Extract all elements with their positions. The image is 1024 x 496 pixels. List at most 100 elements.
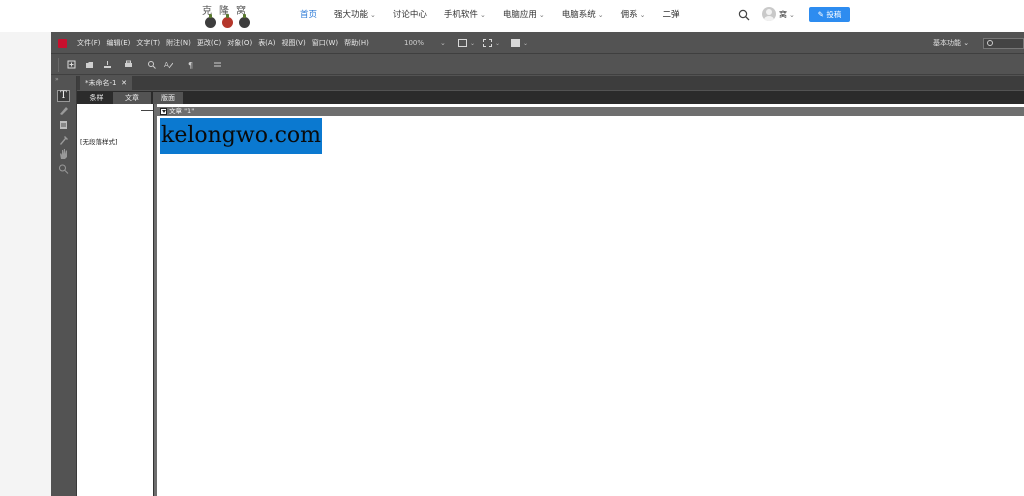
- nav-item-label: 电脑系统: [561, 10, 596, 20]
- nav-item-label: 电脑应用: [502, 10, 537, 20]
- spell-icon[interactable]: A: [164, 60, 173, 69]
- app-icon: [58, 39, 67, 48]
- control-toolbar: A ¶: [51, 55, 1024, 75]
- panel-grip[interactable]: »: [55, 77, 59, 83]
- depth-ruler-mark: [141, 110, 153, 111]
- document-tab-title: *未命名-1: [85, 79, 117, 87]
- paragraph-style-column: [无段落样式]: [77, 104, 154, 496]
- nav-item[interactable]: 二弹: [662, 9, 679, 23]
- tab-story[interactable]: 文章: [113, 92, 151, 104]
- nav-item[interactable]: 电脑应用 ⌄: [503, 9, 545, 23]
- view-options-dropdown[interactable]: ⌄: [458, 38, 475, 48]
- user-name: 窝: [779, 10, 787, 19]
- tab-layout[interactable]: 版面: [153, 92, 183, 104]
- story-editor-canvas[interactable]: [157, 104, 1024, 496]
- story-collapse-toggle[interactable]: [160, 108, 167, 115]
- chevron-down-icon: ⌄: [370, 11, 376, 19]
- open-icon[interactable]: [85, 60, 94, 69]
- user-menu[interactable]: 窝 ⌄: [779, 9, 795, 21]
- help-search-input[interactable]: [983, 38, 1024, 49]
- new-icon[interactable]: [67, 60, 76, 69]
- pilcrow-icon[interactable]: ¶: [187, 60, 196, 69]
- svg-text:A: A: [164, 61, 169, 69]
- submit-post-button[interactable]: ✎ 投稿: [809, 7, 850, 22]
- note-tool-icon[interactable]: [57, 104, 70, 116]
- nav-item[interactable]: 首页: [300, 9, 317, 23]
- chevron-down-icon: ⌄: [789, 11, 795, 19]
- zoom-icon[interactable]: [57, 163, 70, 175]
- chevron-down-icon: ⌄: [538, 11, 545, 19]
- story-header: 文章 "1": [157, 107, 1024, 116]
- tools-panel: » T: [51, 76, 77, 496]
- nav-item[interactable]: 电脑系统 ⌄: [562, 9, 604, 23]
- nav-item[interactable]: 讨论中心: [393, 9, 427, 23]
- nav-item-label: 手机软件: [443, 10, 478, 20]
- document-tab[interactable]: *未命名-1 ✕: [80, 76, 132, 90]
- logo-fruit-icon: [222, 14, 233, 28]
- find-icon[interactable]: [147, 60, 156, 69]
- nav-item-label: 讨论中心: [392, 10, 427, 20]
- logo-fruit-icon: [239, 14, 250, 28]
- chevron-down-icon: ⌄: [963, 39, 970, 47]
- nav-item-label: 强大功能: [334, 10, 369, 20]
- workspace-label: 基本功能: [933, 39, 961, 47]
- menu-item[interactable]: 视图(V): [281, 37, 305, 49]
- site-logo[interactable]: 克隆窝: [202, 2, 254, 30]
- save-icon[interactable]: [103, 60, 112, 69]
- menu-item[interactable]: 更改(C): [197, 37, 221, 49]
- menu-item[interactable]: 文件(F): [77, 37, 101, 49]
- menu-item[interactable]: 对象(O): [227, 37, 252, 49]
- search-icon: [987, 40, 993, 46]
- app-menu: 文件(F) 编辑(E) 文字(T) 附注(N) 更改(C) 对象(O) 表(A) 视图(V) 窗…: [77, 37, 375, 49]
- arrange-documents-dropdown[interactable]: ⌄: [511, 38, 528, 48]
- menu-item[interactable]: 窗口(W): [312, 37, 338, 49]
- menu-item[interactable]: 编辑(E): [107, 37, 131, 49]
- eyedropper-icon[interactable]: [57, 134, 70, 146]
- menu-item[interactable]: 帮助(H): [344, 37, 369, 49]
- screen-mode-icon: [483, 39, 492, 47]
- type-tool-icon[interactable]: T: [57, 90, 70, 102]
- text-selection[interactable]: kelongwo.com: [160, 118, 322, 154]
- nav-item-label: 佣系: [620, 10, 638, 20]
- tab-galley[interactable]: 条样: [80, 92, 113, 104]
- align-icon[interactable]: [213, 60, 222, 69]
- chevron-down-icon[interactable]: ⌄: [440, 37, 446, 49]
- paragraph-style-label[interactable]: [无段落样式]: [80, 136, 118, 146]
- story-title: 文章 "1": [169, 107, 195, 115]
- frame-view-icon: [458, 39, 467, 47]
- chevron-down-icon: ⌄: [495, 39, 501, 47]
- menu-item[interactable]: 表(A): [258, 37, 275, 49]
- nav-item[interactable]: 强大功能 ⌄: [334, 9, 376, 23]
- close-icon[interactable]: ✕: [121, 76, 127, 90]
- page-left-gutter: [0, 32, 51, 496]
- view-tabs: 条样 文章 版面: [77, 91, 1024, 104]
- search-icon[interactable]: [738, 9, 750, 21]
- main-nav: 首页 强大功能 ⌄ 讨论中心 手机软件 ⌄ 电脑应用 ⌄ 电脑系统 ⌄ 佣系 ⌄ 二弹: [300, 9, 697, 23]
- app-window: 文件(F) 编辑(E) 文字(T) 附注(N) 更改(C) 对象(O) 表(A) 视图(V) 窗…: [51, 32, 1024, 496]
- zoom-level[interactable]: 100%: [404, 37, 424, 49]
- toolbar-divider: [58, 58, 59, 72]
- hand-icon[interactable]: [57, 148, 70, 160]
- logo-fruit-icon: [205, 14, 216, 28]
- menu-item[interactable]: 附注(N): [166, 37, 191, 49]
- arrange-icon: [511, 39, 520, 47]
- nav-item[interactable]: 佣系 ⌄: [621, 9, 646, 23]
- nav-item-label: 首页: [300, 10, 318, 20]
- chevron-down-icon: ⌄: [597, 11, 604, 19]
- menu-bar: 文件(F) 编辑(E) 文字(T) 附注(N) 更改(C) 对象(O) 表(A) 视图(V) 窗…: [51, 32, 1024, 54]
- print-icon[interactable]: [124, 60, 133, 69]
- chevron-down-icon: ⌄: [523, 39, 529, 47]
- submit-label: 投稿: [826, 10, 842, 19]
- menu-item[interactable]: 文字(T): [136, 37, 160, 49]
- site-header: 克隆窝 首页 强大功能 ⌄ 讨论中心 手机软件 ⌄ 电脑应用 ⌄ 电脑系统 ⌄ 佣系 ⌄ 二弹 窝 ⌄ ✎…: [0, 0, 1024, 32]
- story-text[interactable]: kelongwo.com: [161, 118, 321, 154]
- workspace-switcher[interactable]: 基本功能 ⌄: [933, 37, 969, 49]
- user-avatar[interactable]: [762, 7, 776, 21]
- nav-item-label: 二弹: [662, 10, 680, 20]
- chevron-down-icon: ⌄: [639, 11, 646, 19]
- screen-mode-dropdown[interactable]: ⌄: [483, 38, 500, 48]
- nav-item[interactable]: 手机软件 ⌄: [444, 9, 486, 23]
- chevron-down-icon: ⌄: [479, 11, 486, 19]
- position-tool-icon[interactable]: [57, 119, 70, 131]
- svg-text:¶: ¶: [188, 61, 193, 69]
